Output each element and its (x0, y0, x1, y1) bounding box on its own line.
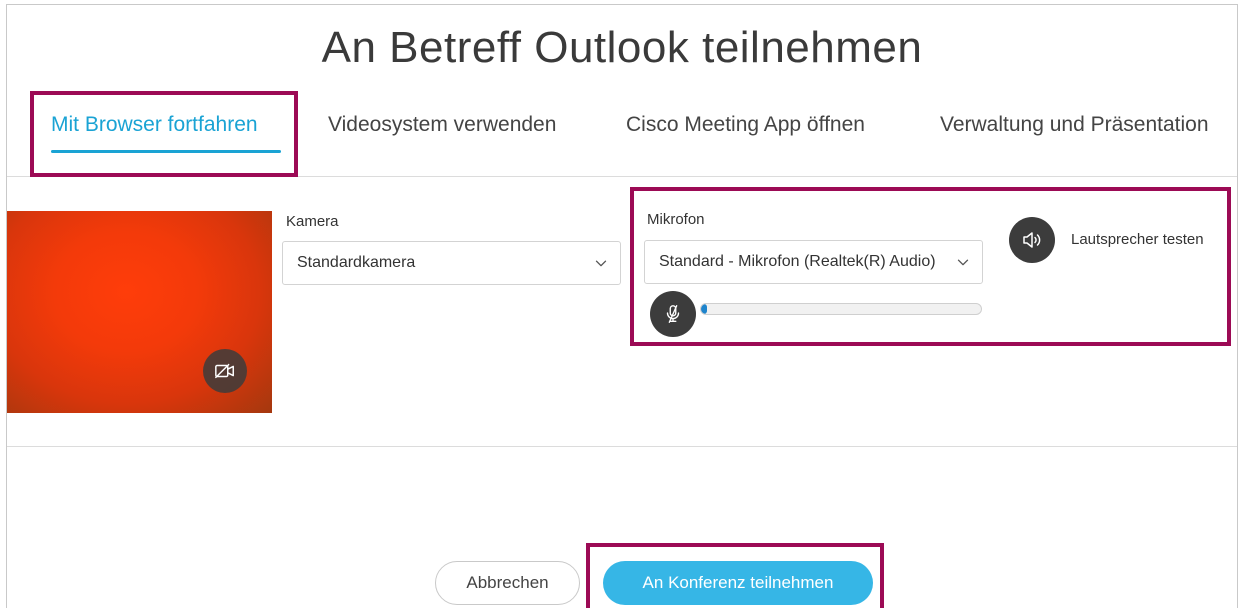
camera-off-icon (215, 363, 234, 379)
camera-toggle-button[interactable] (203, 349, 247, 393)
join-meeting-button[interactable]: An Konferenz teilnehmen (603, 561, 873, 605)
chevron-down-icon (957, 259, 969, 266)
camera-select-value: Standardkamera (297, 254, 416, 271)
tab-browser[interactable]: Mit Browser fortfahren (51, 113, 258, 137)
tab-video-system[interactable]: Videosystem verwenden (328, 113, 556, 137)
speaker-icon (1023, 232, 1041, 248)
cancel-button[interactable]: Abbrechen (435, 561, 580, 605)
microphone-level-fill (701, 304, 707, 314)
page-title: An Betreff Outlook teilnehmen (321, 23, 923, 72)
join-dialog: An Betreff Outlook teilnehmen Mit Browse… (6, 4, 1238, 608)
tab-management-presentation[interactable]: Verwaltung und Präsentation (940, 113, 1209, 137)
microphone-label: Mikrofon (647, 211, 705, 228)
chevron-down-icon (595, 260, 607, 267)
divider-top (7, 176, 1237, 177)
camera-preview (7, 211, 272, 413)
microphone-muted-icon (666, 305, 680, 323)
active-tab-indicator (51, 150, 281, 153)
divider-bottom (7, 446, 1237, 447)
microphone-select-value: Standard - Mikrofon (Realtek(R) Audio) (659, 253, 936, 270)
microphone-level-meter (700, 303, 982, 315)
microphone-select[interactable]: Standard - Mikrofon (Realtek(R) Audio) (644, 240, 983, 284)
camera-label: Kamera (286, 213, 339, 230)
speaker-test-button[interactable] (1009, 217, 1055, 263)
join-method-tabs: Mit Browser fortfahren Videosystem verwe… (7, 105, 1237, 155)
tab-meeting-app[interactable]: Cisco Meeting App öffnen (626, 113, 865, 137)
camera-select[interactable]: Standardkamera (282, 241, 621, 285)
microphone-mute-button[interactable] (650, 291, 696, 337)
speaker-test-label[interactable]: Lautsprecher testen (1071, 231, 1204, 248)
